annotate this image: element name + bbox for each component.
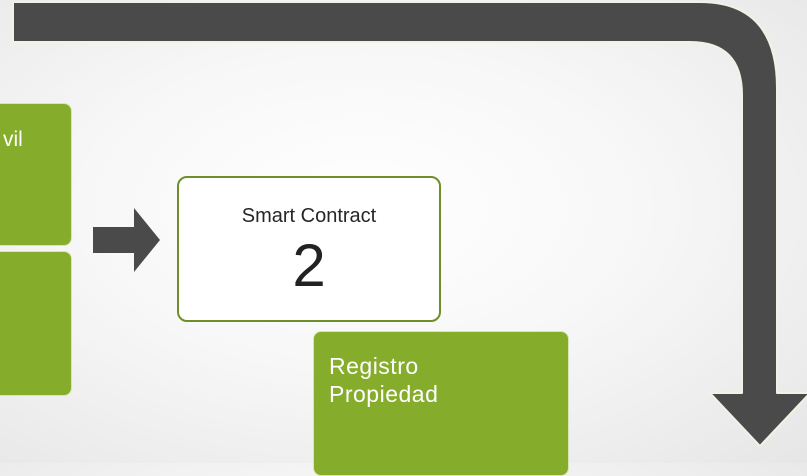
smart-contract-number: 2 [292, 232, 326, 299]
diagram-canvas: vil Smart Contract 2 Registro Propiedad [0, 0, 807, 476]
registro-propiedad-label: Registro Propiedad [329, 352, 438, 408]
left-bottom-box [0, 251, 72, 396]
registro-propiedad-box: Registro Propiedad [313, 331, 569, 476]
small-right-arrow [93, 208, 160, 272]
civil-box: vil [0, 103, 72, 246]
smart-contract-title: Smart Contract [241, 205, 377, 227]
registro-line-1: Registro [329, 353, 419, 379]
smart-contract-box: Smart Contract 2 [177, 176, 441, 322]
civil-box-label: vil [3, 128, 23, 151]
registro-line-2: Propiedad [329, 381, 439, 407]
